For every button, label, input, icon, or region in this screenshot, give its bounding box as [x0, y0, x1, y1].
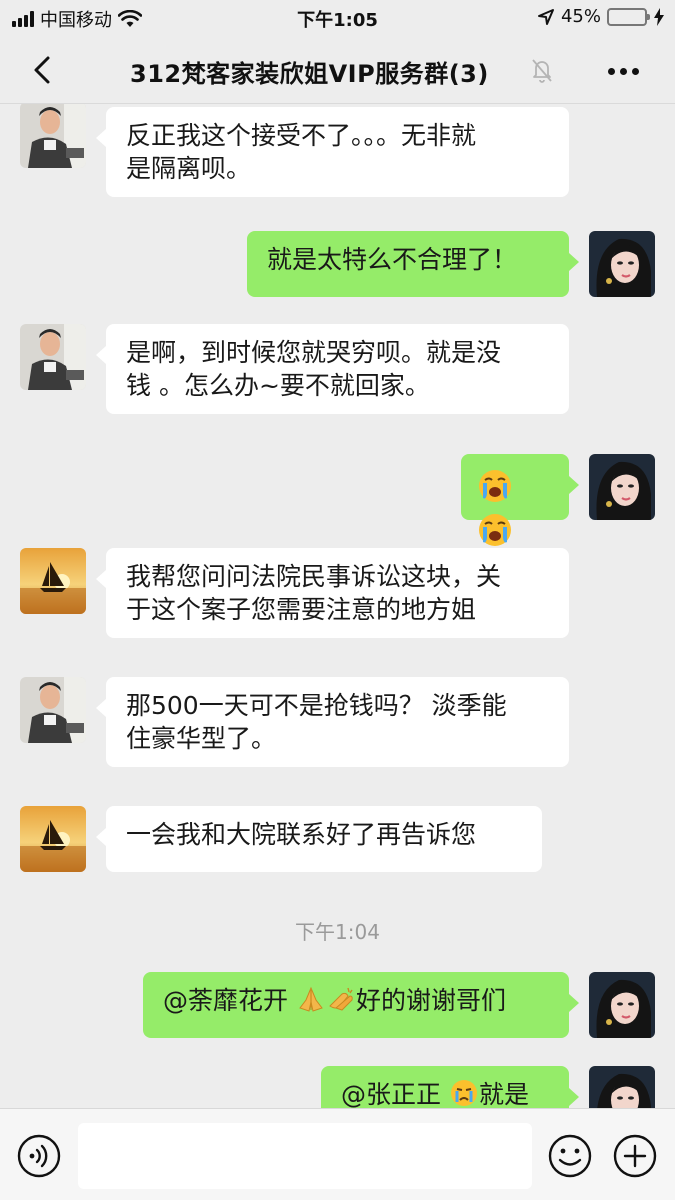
message-bubble[interactable]: @张正正 就是	[321, 1066, 579, 1108]
status-right: 45%	[537, 6, 665, 27]
sailboat-avatar-icon	[20, 548, 86, 614]
avatar[interactable]	[589, 231, 655, 297]
message-bubble[interactable]: 一会我和大院联系好了再告诉您	[96, 806, 542, 872]
message-text: 一会我和大院联系好了再告诉您	[126, 820, 477, 849]
more-options-button[interactable]	[608, 68, 639, 75]
loudly-crying-emoji-icon	[479, 514, 511, 546]
woman-avatar-icon	[589, 1066, 655, 1108]
woman-avatar-icon	[589, 972, 655, 1038]
man-avatar-icon	[20, 104, 86, 168]
message-list[interactable]: 反正我这个接受不了。。。无非就 是隔离呗。 就是太特么不合理了！ 是啊，到时候您…	[0, 104, 675, 1108]
clapping-hands-emoji-icon	[329, 987, 353, 1011]
plus-icon[interactable]	[612, 1133, 658, 1179]
mention-text: @张正正	[341, 1080, 449, 1108]
message-bubble[interactable]: 那500一天可不是抢钱吗？ 淡季能 住豪华型了。	[96, 677, 569, 767]
crying-face-emoji-icon	[450, 1080, 477, 1106]
message-text: 就是太特么不合理了！	[267, 245, 518, 274]
avatar[interactable]	[589, 1066, 655, 1108]
message-line: 于这个案子您需要注意的地方姐	[126, 595, 477, 624]
avatar[interactable]	[589, 454, 655, 520]
avatar[interactable]	[20, 677, 86, 743]
avatar[interactable]	[20, 324, 86, 390]
input-bar	[0, 1108, 675, 1200]
sailboat-avatar-icon	[20, 806, 86, 872]
battery-icon	[607, 7, 650, 26]
message-bubble[interactable]: 是啊，到时候您就哭穷呗。就是没 钱 。怎么办~要不就回家。	[96, 324, 569, 414]
message-bubble[interactable]: 就是太特么不合理了！	[247, 231, 579, 297]
message-bubble[interactable]: 反正我这个接受不了。。。无非就 是隔离呗。	[96, 107, 569, 197]
message-line: 是隔离呗。	[126, 154, 252, 183]
message-line: 反正我这个接受不了。。。无非就	[126, 121, 477, 150]
message-line: 住豪华型了。	[126, 724, 277, 753]
folded-hands-emoji-icon	[299, 986, 323, 1012]
message-bubble[interactable]	[461, 454, 579, 546]
man-avatar-icon	[20, 677, 86, 743]
message-line: 我帮您问问法院民事诉讼这块，关	[126, 562, 502, 591]
location-arrow-icon	[537, 8, 554, 25]
message-timestamp: 下午1:04	[295, 920, 380, 944]
chevron-left-icon[interactable]	[26, 52, 62, 88]
voice-input-icon[interactable]	[16, 1133, 62, 1179]
bell-off-icon	[532, 59, 552, 83]
status-bar: 中国移动 下午1:05 45%	[0, 0, 675, 36]
woman-avatar-icon	[589, 231, 655, 297]
smiley-icon[interactable]	[547, 1133, 593, 1179]
chat-title[interactable]: 312梵客家装欣姐VIP服务群(3)	[130, 54, 489, 89]
mention-text: @荼靡花开	[163, 986, 296, 1015]
avatar[interactable]	[20, 104, 86, 168]
ellipsis-icon	[608, 68, 615, 75]
chat-header: 312梵客家装欣姐VIP服务群(3)	[0, 36, 675, 104]
message-bubble[interactable]: @荼靡花开 好的谢谢哥们	[143, 972, 579, 1038]
message-text: 就是	[478, 1080, 529, 1108]
battery-percent: 45%	[560, 6, 601, 27]
message-line: 钱 。怎么办~要不就回家。	[126, 371, 430, 400]
message-bubble[interactable]: 我帮您问问法院民事诉讼这块，关 于这个案子您需要注意的地方姐	[96, 548, 569, 638]
message-line: 是啊，到时候您就哭穷呗。就是没	[126, 338, 502, 367]
message-input[interactable]	[78, 1123, 532, 1189]
avatar[interactable]	[20, 806, 86, 872]
avatar[interactable]	[589, 972, 655, 1038]
man-avatar-icon	[20, 324, 86, 390]
charging-bolt-icon	[654, 7, 664, 26]
woman-avatar-icon	[589, 454, 655, 520]
message-line: 那500一天可不是抢钱吗？ 淡季能	[126, 691, 507, 720]
avatar[interactable]	[20, 548, 86, 614]
loudly-crying-emoji-icon	[479, 470, 511, 502]
message-text: 好的谢谢哥们	[355, 986, 506, 1015]
